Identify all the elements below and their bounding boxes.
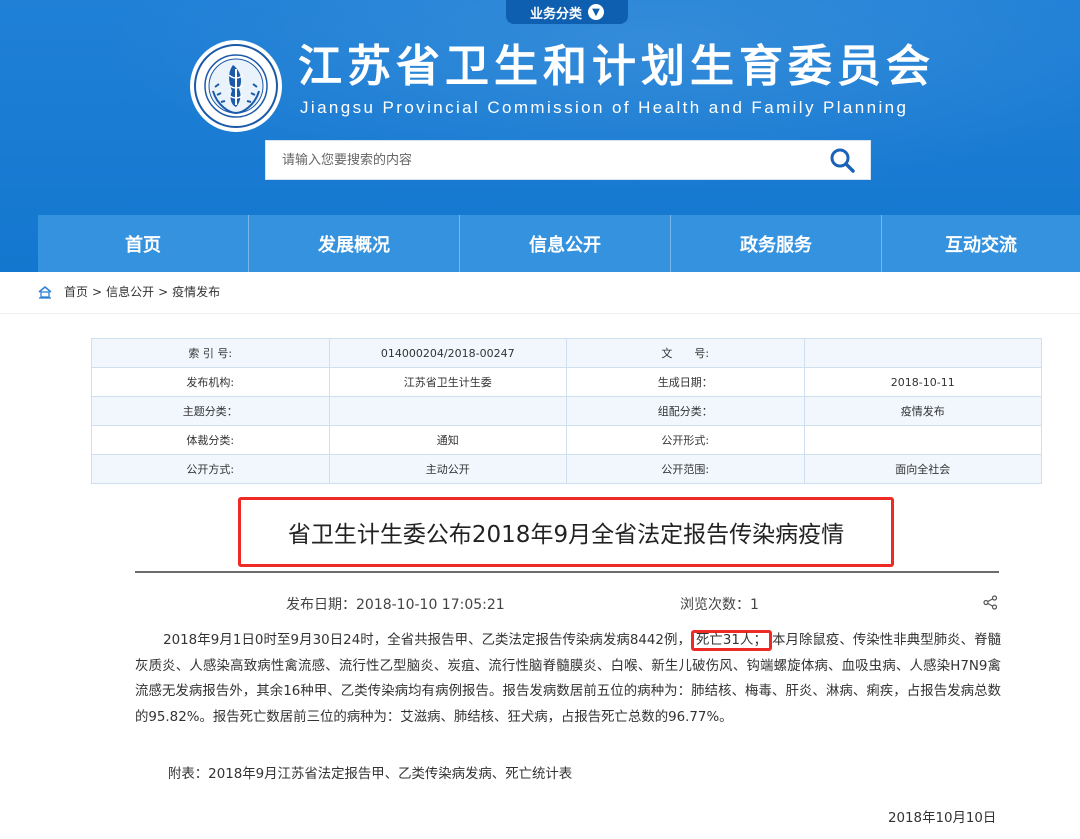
- info-key: 索 引 号:: [91, 338, 330, 368]
- info-key: 发布机构:: [91, 367, 330, 397]
- commission-emblem-icon: [190, 40, 282, 132]
- site-subtitle: Jiangsu Provincial Commission of Health …: [300, 98, 909, 117]
- sign-date: 2018年10月10日: [888, 811, 997, 826]
- search-input[interactable]: [266, 141, 814, 179]
- nav-item-development[interactable]: 发展概况: [249, 215, 460, 272]
- share-icon[interactable]: [983, 595, 998, 610]
- info-key: 体裁分类:: [91, 425, 330, 455]
- nav-item-info-disclosure[interactable]: 信息公开: [460, 215, 671, 272]
- info-value: 主动公开: [328, 454, 567, 484]
- table-row: 主题分类： 组配分类： 疫情发布: [91, 396, 1042, 426]
- info-key: 主题分类：: [91, 396, 330, 426]
- info-key: 文 号:: [566, 338, 805, 368]
- site-title: 江苏省卫生和计划生育委员会: [298, 41, 935, 92]
- table-row: 发布机构: 江苏省卫生计生委 生成日期： 2018-10-11: [91, 367, 1042, 397]
- info-key: 生成日期：: [566, 367, 805, 397]
- info-key: 公开范围:: [566, 454, 805, 484]
- home-icon: [38, 285, 52, 299]
- view-count: 浏览次数：1: [680, 597, 759, 613]
- body-text-before: 2018年9月1日0时至9月30日24时，全省共报告甲、乙类法定报告传染病发病8…: [163, 633, 691, 648]
- article-title: 省卫生计生委公布2018年9月全省法定报告传染病疫情: [287, 522, 845, 548]
- info-value: 疫情发布: [803, 396, 1042, 426]
- article-title-highlight-box: 省卫生计生委公布2018年9月全省法定报告传染病疫情: [238, 497, 894, 567]
- info-value: 江苏省卫生计生委: [328, 367, 567, 397]
- info-value: 014000204/2018-00247: [328, 338, 567, 368]
- article-body: 2018年9月1日0时至9月30日24时，全省共报告甲、乙类法定报告传染病发病8…: [135, 628, 1001, 730]
- info-value: 通知: [328, 425, 567, 455]
- publish-date: 发布日期：2018-10-10 17:05:21: [286, 597, 505, 613]
- breadcrumb-current[interactable]: 疫情发布: [172, 283, 220, 300]
- title-divider: [135, 571, 999, 573]
- info-key: 公开形式:: [566, 425, 805, 455]
- business-category-label: 业务分类: [529, 6, 582, 22]
- breadcrumb-home[interactable]: 首页: [64, 283, 88, 300]
- attachment-link[interactable]: 附表：2018年9月江苏省法定报告甲、乙类传染病发病、死亡统计表: [168, 762, 572, 782]
- breadcrumb-separator: >: [158, 284, 169, 299]
- site-header: 业务分类 ▼ 江苏省卫生和计划生育委员会 Jiangsu Provincial …: [0, 0, 1080, 272]
- search-icon: [830, 148, 855, 173]
- breadcrumb-separator: >: [92, 284, 103, 299]
- table-row: 体裁分类: 通知 公开形式:: [91, 425, 1042, 455]
- document-info-table: 索 引 号: 014000204/2018-00247 文 号: 发布机构: 江…: [91, 338, 1042, 484]
- info-value: [803, 425, 1042, 455]
- info-value: 2018-10-11: [803, 367, 1042, 397]
- article-paragraph: 2018年9月1日0时至9月30日24时，全省共报告甲、乙类法定报告传染病发病8…: [135, 628, 1001, 730]
- nav-item-home[interactable]: 首页: [38, 215, 249, 272]
- search-bar: [265, 140, 871, 180]
- breadcrumb-info[interactable]: 信息公开: [106, 283, 154, 300]
- info-value: [803, 338, 1042, 368]
- nav-item-gov-services[interactable]: 政务服务: [671, 215, 882, 272]
- deaths-highlight: 死亡31人；: [690, 630, 772, 651]
- breadcrumb: 首页 > 信息公开 > 疫情发布: [38, 283, 220, 300]
- info-value: [328, 396, 567, 426]
- info-key: 组配分类：: [566, 396, 805, 426]
- nav-item-interaction[interactable]: 互动交流: [882, 215, 1080, 272]
- table-row: 公开方式: 主动公开 公开范围: 面向全社会: [91, 454, 1042, 484]
- chevron-down-icon: ▼: [588, 4, 604, 20]
- main-nav: 首页 发展概况 信息公开 政务服务 互动交流: [38, 215, 1080, 272]
- business-category-tab[interactable]: 业务分类 ▼: [506, 0, 628, 24]
- table-row: 索 引 号: 014000204/2018-00247 文 号:: [91, 338, 1042, 368]
- info-value: 面向全社会: [803, 454, 1042, 484]
- search-button[interactable]: [814, 141, 870, 179]
- info-key: 公开方式:: [91, 454, 330, 484]
